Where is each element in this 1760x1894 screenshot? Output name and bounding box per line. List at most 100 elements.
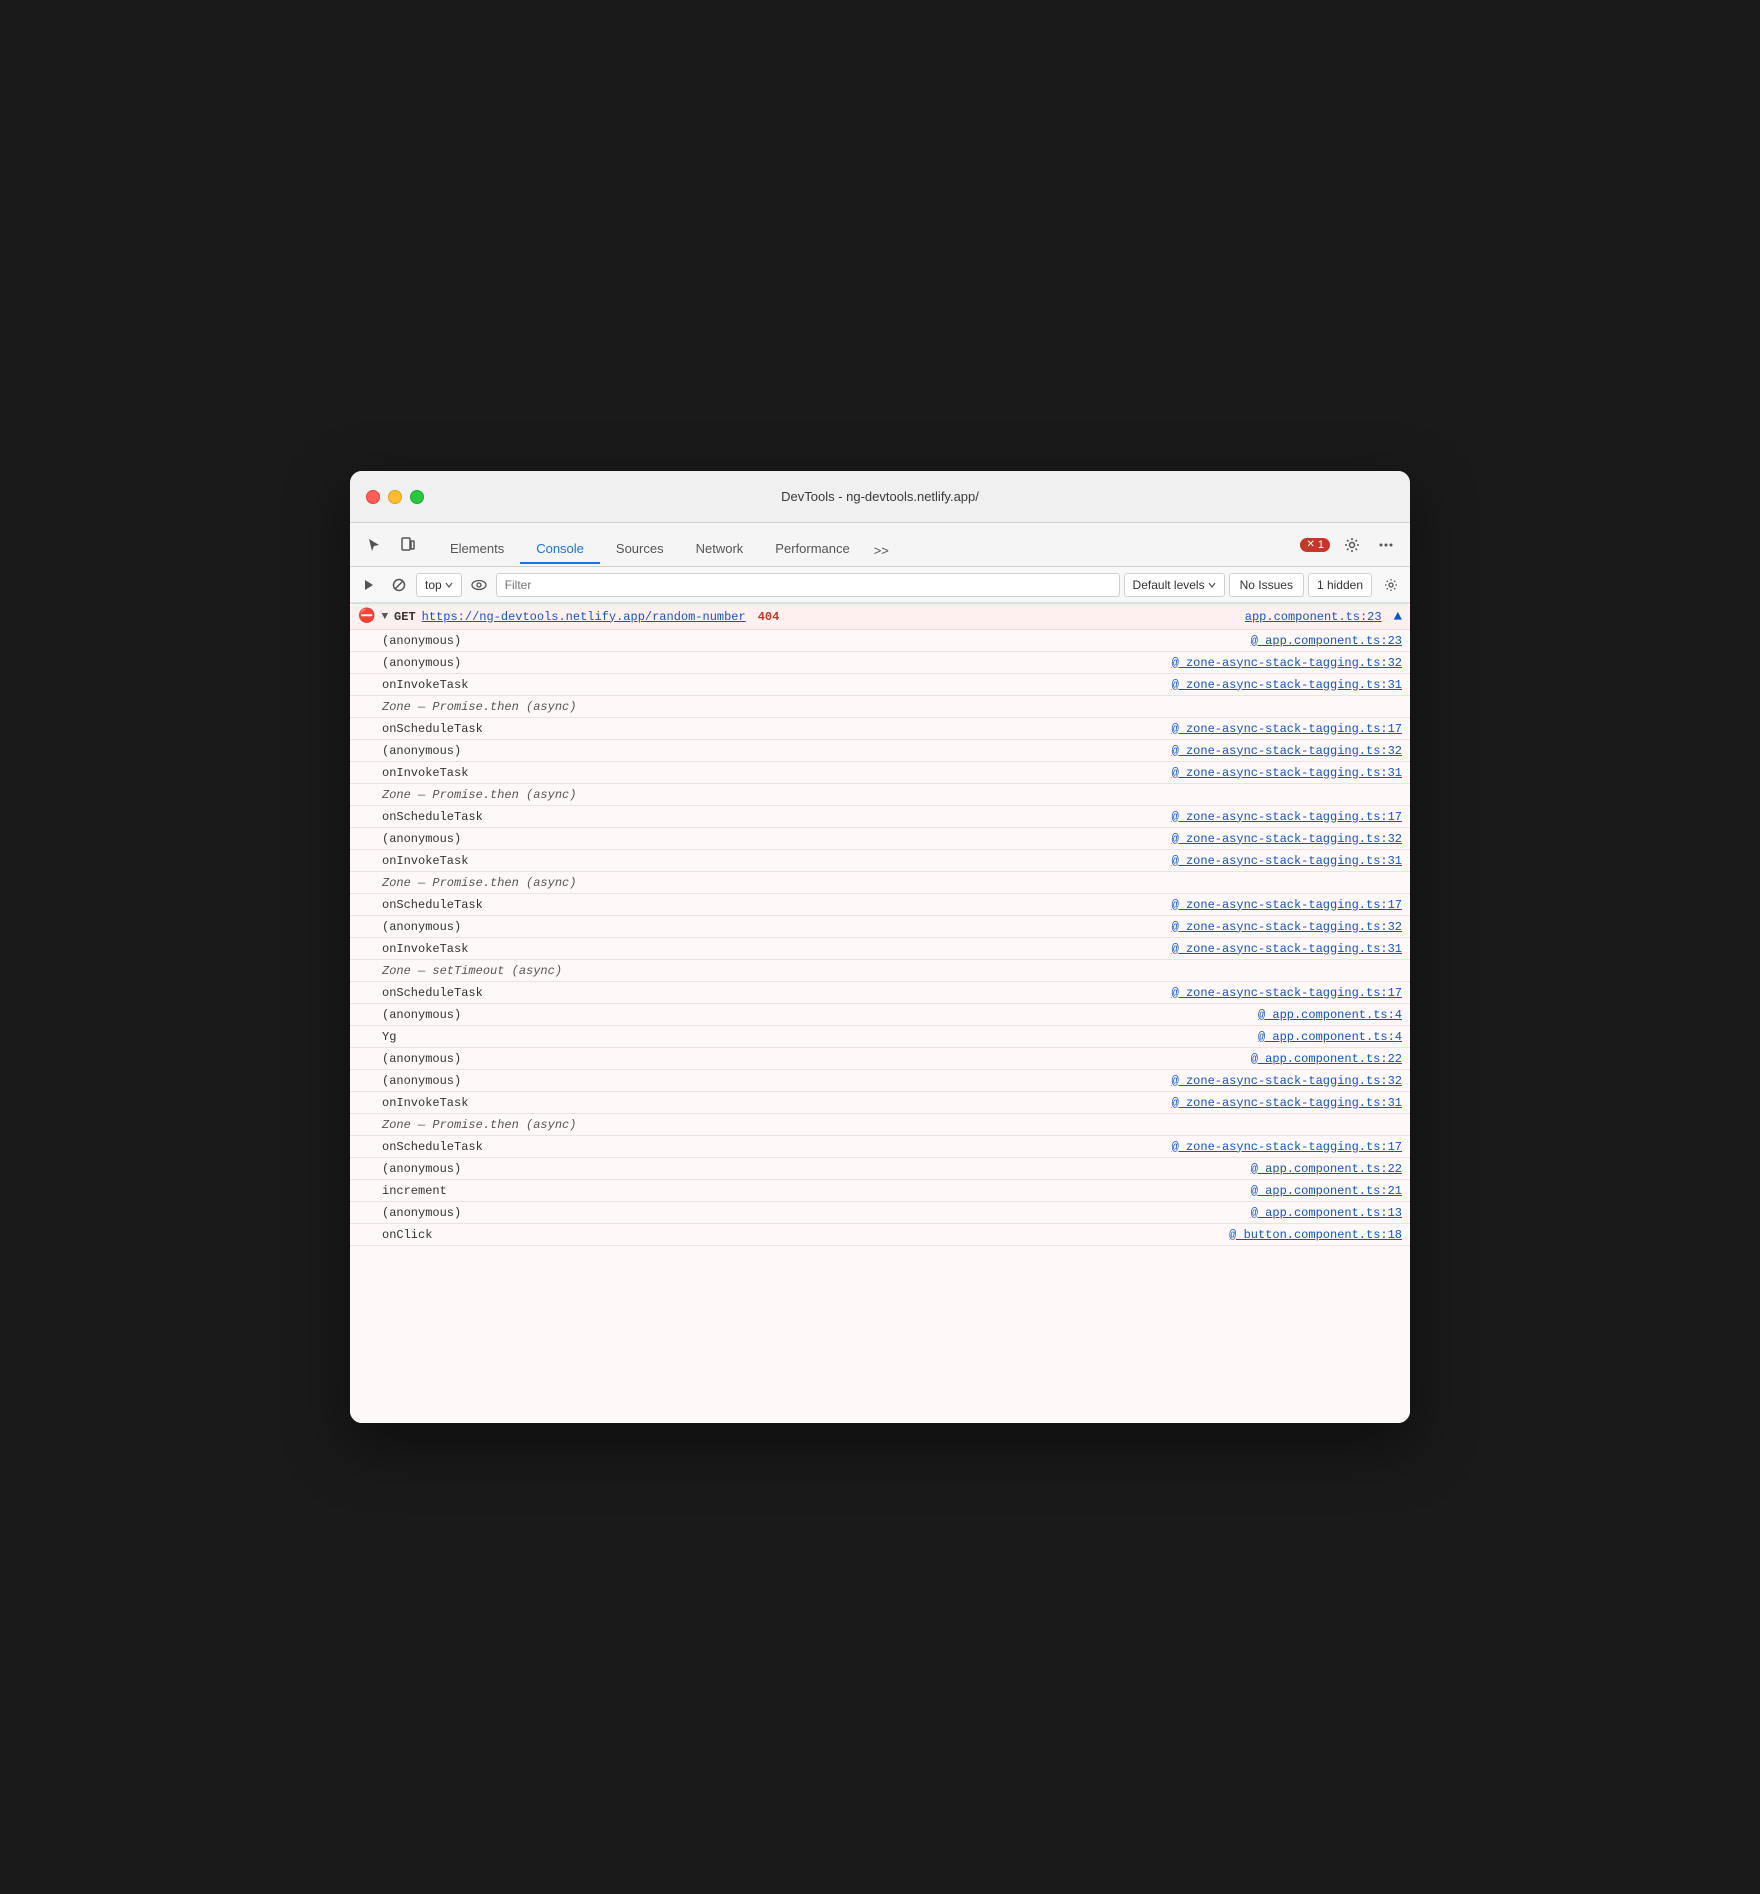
stack-frame-row: onScheduleTask @ zone-async-stack-tagging…: [350, 718, 1410, 740]
stack-fn-name: onInvokeTask: [382, 678, 582, 692]
console-gear-icon: [1384, 578, 1398, 592]
stack-frame-row: onScheduleTask @ zone-async-stack-tagging…: [350, 806, 1410, 828]
stack-location[interactable]: @ zone-async-stack-tagging.ts:17: [1172, 722, 1402, 736]
stack-location[interactable]: @ app.component.ts:13: [1251, 1206, 1402, 1220]
stack-fn-name: increment: [382, 1184, 582, 1198]
stack-fn-name: Yg: [382, 1030, 582, 1044]
chevron-down-icon: [445, 581, 453, 589]
stack-fn-name: (anonymous): [382, 832, 582, 846]
expand-arrow-icon[interactable]: ▼: [381, 611, 388, 623]
error-circle-icon: ⛔: [358, 608, 375, 625]
close-button[interactable]: [366, 490, 380, 504]
tab-sources[interactable]: Sources: [600, 535, 680, 564]
window-body: Elements Console Sources Network Perform…: [350, 523, 1410, 1423]
settings-button[interactable]: [1336, 531, 1368, 559]
stack-location[interactable]: @ zone-async-stack-tagging.ts:32: [1172, 920, 1402, 934]
stack-fn-name: onScheduleTask: [382, 722, 582, 736]
stack-fn-name: (anonymous): [382, 1052, 582, 1066]
stack-frame-row: (anonymous) @ zone-async-stack-tagging.ts…: [350, 652, 1410, 674]
stack-location[interactable]: @ zone-async-stack-tagging.ts:31: [1172, 1096, 1402, 1110]
mobile-icon: [400, 537, 416, 553]
stack-location[interactable]: @ zone-async-stack-tagging.ts:17: [1172, 986, 1402, 1000]
upload-icon[interactable]: ▲: [1394, 609, 1402, 625]
more-tabs-button[interactable]: >>: [866, 537, 897, 564]
async-separator: Zone — Promise.then (async): [350, 872, 1410, 894]
hidden-button[interactable]: 1 hidden: [1308, 573, 1372, 597]
console-settings-button[interactable]: [1378, 573, 1404, 597]
issues-button[interactable]: No Issues: [1229, 573, 1304, 597]
stack-location[interactable]: @ zone-async-stack-tagging.ts:31: [1172, 678, 1402, 692]
stack-location[interactable]: @ app.component.ts:4: [1258, 1030, 1402, 1044]
stack-frame-row: onScheduleTask @ zone-async-stack-tagging…: [350, 982, 1410, 1004]
stack-frame-row: onInvokeTask @ zone-async-stack-tagging.t…: [350, 850, 1410, 872]
stack-fn-name: onScheduleTask: [382, 810, 582, 824]
stack-location[interactable]: @ app.component.ts:22: [1251, 1052, 1402, 1066]
stack-fn-name: (anonymous): [382, 656, 582, 670]
eye-button[interactable]: [466, 573, 492, 597]
stack-location[interactable]: @ button.component.ts:18: [1229, 1228, 1402, 1242]
stack-fn-name: (anonymous): [382, 920, 582, 934]
filter-input[interactable]: [496, 573, 1120, 597]
eye-icon: [471, 577, 487, 593]
stack-frame-row: onClick@ button.component.ts:18: [350, 1224, 1410, 1246]
more-options-button[interactable]: [1370, 531, 1402, 559]
async-separator: Zone — Promise.then (async): [350, 1114, 1410, 1136]
stack-frames-container: (anonymous)@ app.component.ts:23(anonymo…: [350, 630, 1410, 1246]
context-selector[interactable]: top: [416, 573, 462, 597]
stack-frame-row: onScheduleTask@ zone-async-stack-tagging…: [350, 894, 1410, 916]
error-badge-icon: ✕: [1306, 539, 1314, 550]
stack-location[interactable]: @ zone-async-stack-tagging.ts:31: [1172, 942, 1402, 956]
console-toolbar: top Default levels No Issues: [350, 567, 1410, 603]
stack-frame-row: Yg @ app.component.ts:4: [350, 1026, 1410, 1048]
error-method: GET: [394, 610, 416, 624]
stack-location[interactable]: @ zone-async-stack-tagging.ts:32: [1172, 1074, 1402, 1088]
stack-fn-name: onInvokeTask: [382, 942, 582, 956]
stack-location[interactable]: @ zone-async-stack-tagging.ts:31: [1172, 854, 1402, 868]
stack-location[interactable]: @ zone-async-stack-tagging.ts:17: [1172, 1140, 1402, 1154]
async-separator: Zone — setTimeout (async): [350, 960, 1410, 982]
maximize-button[interactable]: [410, 490, 424, 504]
stack-location[interactable]: @ app.component.ts:21: [1251, 1184, 1402, 1198]
tab-console[interactable]: Console: [520, 535, 600, 564]
error-location[interactable]: app.component.ts:23: [1245, 610, 1382, 624]
stack-frame-row: (anonymous)@ zone-async-stack-tagging.ts…: [350, 740, 1410, 762]
stack-frame-row: (anonymous)@ app.component.ts:13: [350, 1202, 1410, 1224]
more-dots-icon: [1378, 537, 1394, 553]
error-badge[interactable]: ✕ 1: [1300, 538, 1330, 552]
stack-location[interactable]: @ zone-async-stack-tagging.ts:17: [1172, 810, 1402, 824]
stack-frame-row: (anonymous) @ zone-async-stack-tagging.ts…: [350, 828, 1410, 850]
stack-location[interactable]: @ zone-async-stack-tagging.ts:31: [1172, 766, 1402, 780]
stack-frame-row: (anonymous) @ app.component.ts:23: [350, 630, 1410, 652]
stack-frame-row: onInvokeTask@ zone-async-stack-tagging.t…: [350, 1092, 1410, 1114]
device-toolbar-button[interactable]: [392, 531, 424, 559]
stack-frame-row: onInvokeTask @ zone-async-stack-tagging.t…: [350, 762, 1410, 784]
stack-frame-row: increment @ app.component.ts:21: [350, 1180, 1410, 1202]
stack-location[interactable]: @ app.component.ts:4: [1258, 1008, 1402, 1022]
stack-location[interactable]: @ zone-async-stack-tagging.ts:32: [1172, 744, 1402, 758]
stack-fn-name: onInvokeTask: [382, 766, 582, 780]
run-button[interactable]: [356, 573, 382, 597]
stack-location[interactable]: @ zone-async-stack-tagging.ts:32: [1172, 656, 1402, 670]
clear-button[interactable]: [386, 573, 412, 597]
stack-location[interactable]: @ app.component.ts:22: [1251, 1162, 1402, 1176]
stack-fn-name: (anonymous): [382, 634, 582, 648]
window-title: DevTools - ng-devtools.netlify.app/: [781, 489, 979, 504]
error-url[interactable]: https://ng-devtools.netlify.app/random-n…: [422, 610, 746, 624]
stack-location[interactable]: @ zone-async-stack-tagging.ts:32: [1172, 832, 1402, 846]
console-content: ⛔ ▼ GET https://ng-devtools.netlify.app/…: [350, 603, 1410, 1423]
traffic-lights: [366, 490, 424, 504]
stack-location[interactable]: @ app.component.ts:23: [1251, 634, 1402, 648]
cursor-tool-button[interactable]: [358, 531, 390, 559]
levels-dropdown[interactable]: Default levels: [1124, 573, 1225, 597]
stack-location[interactable]: @ zone-async-stack-tagging.ts:17: [1172, 898, 1402, 912]
stack-fn-name: (anonymous): [382, 1074, 582, 1088]
tab-network[interactable]: Network: [680, 535, 760, 564]
tab-elements[interactable]: Elements: [434, 535, 520, 564]
levels-chevron-icon: [1208, 581, 1216, 589]
stack-fn-name: onInvokeTask: [382, 854, 582, 868]
tab-performance[interactable]: Performance: [759, 535, 865, 564]
stack-fn-name: onScheduleTask: [382, 986, 582, 1000]
issues-label: No Issues: [1240, 578, 1293, 592]
top-toolbar: Elements Console Sources Network Perform…: [350, 523, 1410, 567]
minimize-button[interactable]: [388, 490, 402, 504]
